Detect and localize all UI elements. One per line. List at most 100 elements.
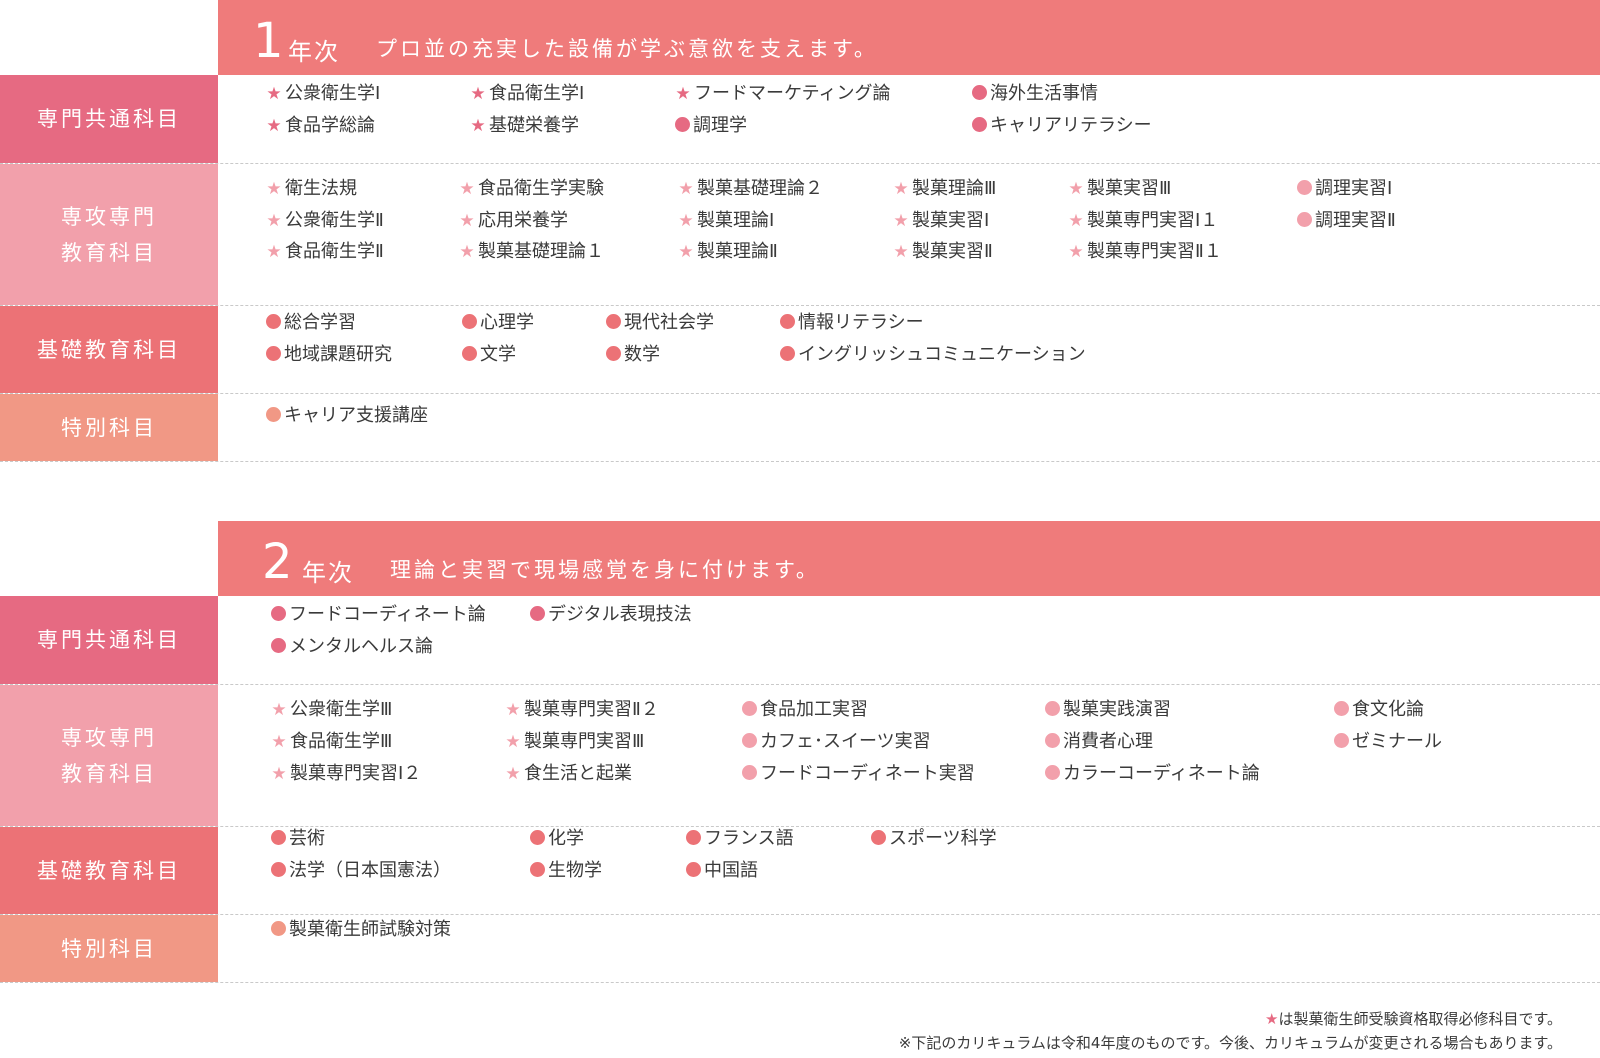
row-special: 特別科目: [0, 915, 1600, 983]
course-item: ★ 食品衛生学Ⅱ: [264, 241, 383, 263]
course-item: ★ 製菓専門実習Ⅲ: [503, 731, 644, 753]
required-star-icon: ★: [266, 84, 282, 104]
bullet-dot-icon: [686, 862, 701, 877]
course-name: キャリアリテラシー: [990, 115, 1152, 136]
course-item: デジタル表現技法: [528, 604, 692, 626]
required-star-icon: ★: [271, 700, 287, 720]
course-item: フードコーディネート実習: [740, 763, 975, 785]
course-item: ★ フードマーケティング論: [673, 83, 890, 105]
year-label: 年次: [302, 559, 354, 587]
course-item: ★ 衛生法規: [264, 178, 357, 200]
course-name: 製菓実践演習: [1063, 699, 1171, 720]
required-star-icon: ★: [459, 179, 475, 199]
bullet-dot-icon: [271, 606, 286, 621]
course-name: 製菓基礎理論２: [697, 178, 823, 199]
course-name: 製菓基礎理論１: [478, 241, 604, 262]
year-tagline: 理論と実習で現場感覚を身に付けます。: [390, 558, 820, 582]
star-icon: ★: [1265, 1010, 1279, 1028]
year-header: 1 年次 プロ並の充実した設備が学ぶ意欲を支えます。: [218, 0, 1600, 75]
bullet-dot-icon: [1297, 212, 1312, 227]
course-item: ★ 製菓実習Ⅱ: [891, 241, 993, 263]
course-item: 製菓衛生師試験対策: [269, 919, 451, 941]
bullet-dot-icon: [530, 862, 545, 877]
required-star-icon: ★: [266, 242, 282, 262]
course-name: 芸術: [289, 828, 325, 849]
course-name: 製菓衛生師試験対策: [289, 919, 451, 940]
bullet-dot-icon: [1045, 701, 1060, 716]
course-name: 製菓専門実習Ⅲ: [524, 731, 645, 752]
required-star-icon: ★: [470, 84, 486, 104]
course-name: 心理学: [480, 312, 534, 333]
course-item: ★ 食品衛生学Ⅰ: [468, 83, 584, 105]
bullet-dot-icon: [742, 733, 757, 748]
year-header: 2 年次 理論と実習で現場感覚を身に付けます。: [218, 521, 1600, 596]
required-star-icon: ★: [266, 211, 282, 231]
required-star-icon: ★: [893, 211, 909, 231]
course-item: イングリッシュコミュニケーション: [778, 344, 1086, 366]
course-name: 食品衛生学Ⅲ: [290, 731, 393, 752]
required-star-icon: ★: [505, 700, 521, 720]
course-item: 食品加工実習: [740, 699, 868, 721]
bullet-dot-icon: [271, 830, 286, 845]
course-name: 公衆衛生学Ⅱ: [285, 210, 384, 231]
course-item: ★ 公衆衛生学Ⅲ: [269, 699, 392, 721]
bullet-dot-icon: [742, 765, 757, 780]
course-name: 製菓専門実習Ⅰ１: [1087, 210, 1219, 231]
course-item: 消費者心理: [1043, 731, 1153, 753]
course-item: 調理実習Ⅰ: [1295, 178, 1392, 200]
course-item: フードコーディネート論: [269, 604, 486, 626]
course-name: 公衆衛生学Ⅰ: [285, 83, 381, 104]
course-name: フードコーディネート論: [289, 604, 486, 625]
bullet-dot-icon: [972, 117, 987, 132]
course-name: 製菓専門実習Ⅱ２: [524, 699, 659, 720]
course-name: 数学: [624, 344, 660, 365]
course-item: ★ 製菓理論Ⅰ: [676, 210, 774, 232]
course-name: 基礎栄養学: [489, 115, 579, 136]
course-item: 化学: [528, 828, 584, 850]
course-item: 総合学習: [264, 312, 356, 334]
course-item: 情報リテラシー: [778, 312, 924, 334]
course-name: 製菓実習Ⅱ: [912, 241, 993, 262]
course-item: 食文化論: [1332, 699, 1424, 721]
required-star-icon: ★: [459, 242, 475, 262]
course-item: ★ 応用栄養学: [457, 210, 568, 232]
category-label: 専門共通科目: [0, 596, 218, 684]
course-name: 地域課題研究: [284, 344, 392, 365]
bullet-dot-icon: [266, 314, 281, 329]
required-star-icon: ★: [678, 179, 694, 199]
bullet-dot-icon: [1334, 733, 1349, 748]
course-item: キャリアリテラシー: [970, 115, 1152, 137]
required-star-icon: ★: [678, 211, 694, 231]
course-item: 芸術: [269, 828, 325, 850]
course-item: ★ 製菓理論Ⅱ: [676, 241, 777, 263]
category-label: 専攻専門 教育科目: [0, 685, 218, 826]
course-name: カラーコーディネート論: [1063, 763, 1260, 784]
course-name: 食品学総論: [285, 115, 375, 136]
course-item: ★ 製菓実習Ⅰ: [891, 210, 989, 232]
bullet-dot-icon: [266, 346, 281, 361]
year-tagline: プロ並の充実した設備が学ぶ意欲を支えます。: [376, 37, 878, 61]
course-item: 現代社会学: [604, 312, 714, 334]
course-name: 化学: [548, 828, 584, 849]
course-item: ★ 製菓理論Ⅲ: [891, 178, 996, 200]
year-number: 1: [253, 13, 284, 69]
year-label: 年次: [288, 38, 340, 66]
course-name: 公衆衛生学Ⅲ: [290, 699, 393, 720]
course-name: 製菓専門実習Ⅰ２: [290, 763, 422, 784]
bullet-dot-icon: [606, 346, 621, 361]
course-item: ★ 製菓専門実習Ⅱ２: [503, 699, 659, 721]
course-item: ★ 食品衛生学実験: [457, 178, 604, 200]
bullet-dot-icon: [1045, 765, 1060, 780]
bullet-dot-icon: [530, 606, 545, 621]
course-name: カフェ･スイーツ実習: [760, 731, 931, 752]
course-item: 地域課題研究: [264, 344, 392, 366]
category-label: 専門共通科目: [0, 75, 218, 163]
required-star-icon: ★: [675, 84, 691, 104]
course-item: スポーツ科学: [869, 828, 997, 850]
course-name: フードコーディネート実習: [760, 763, 975, 784]
course-item: ★ 食品学総論: [264, 115, 375, 137]
course-name: スポーツ科学: [889, 828, 997, 849]
bullet-dot-icon: [271, 638, 286, 653]
required-star-icon: ★: [1068, 179, 1084, 199]
course-item: 心理学: [460, 312, 534, 334]
